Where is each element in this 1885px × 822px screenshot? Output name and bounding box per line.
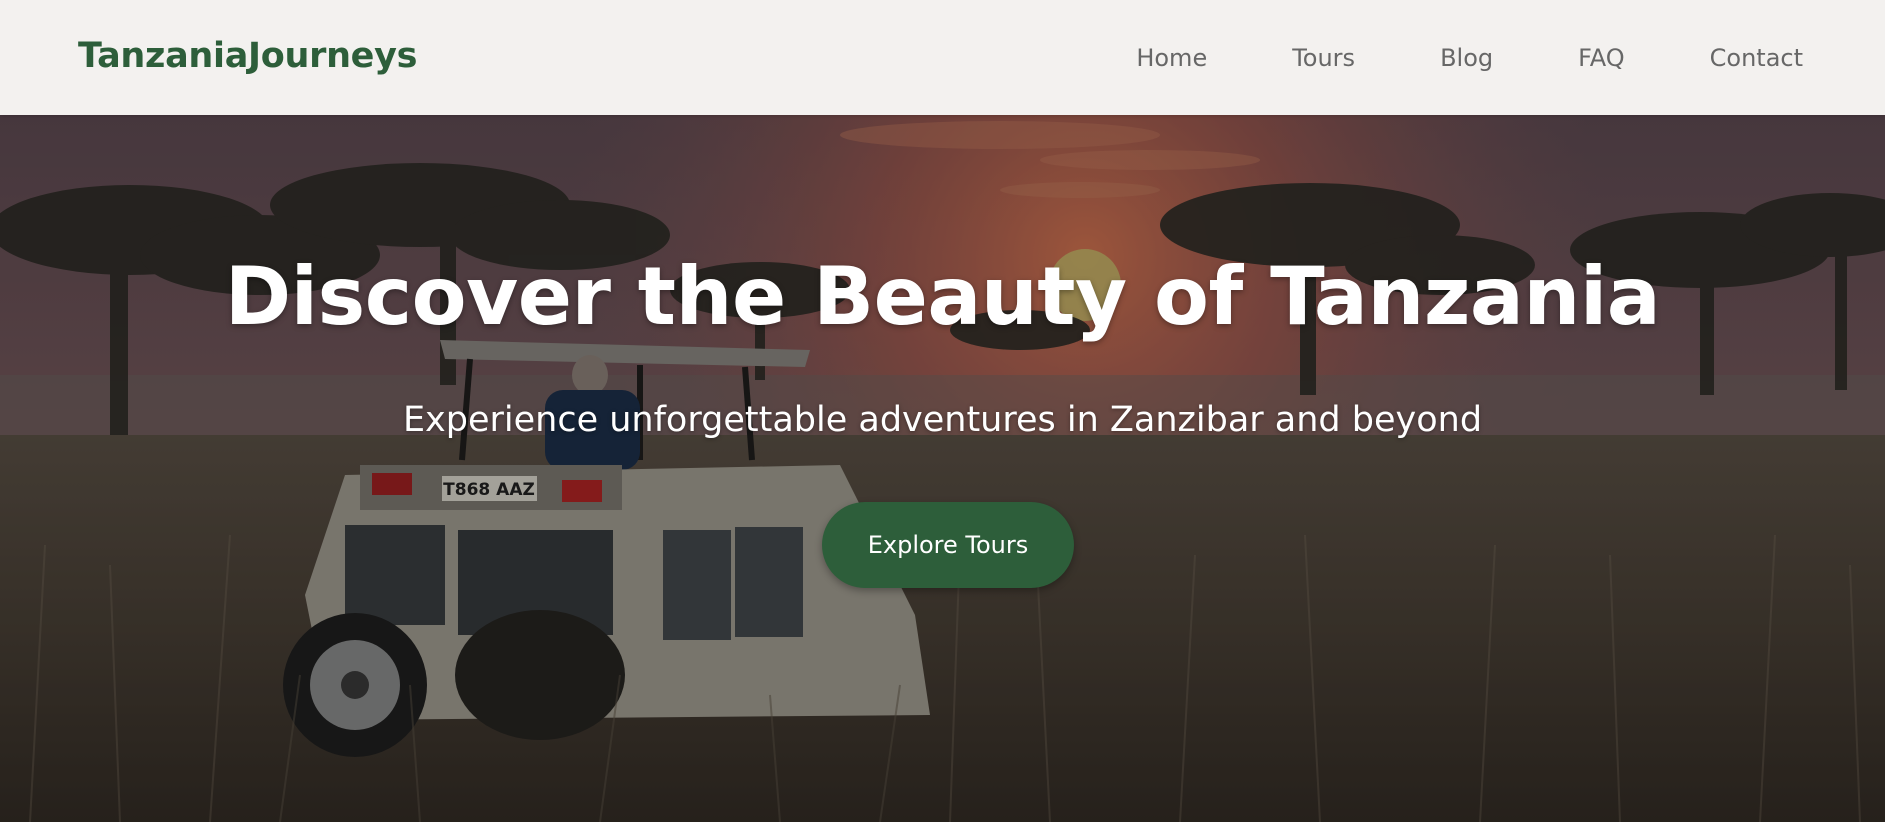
- nav-link-blog[interactable]: Blog: [1440, 44, 1493, 72]
- hero-subtitle: Experience unforgettable adventures in Z…: [402, 400, 1483, 440]
- nav-link-tours[interactable]: Tours: [1292, 44, 1355, 72]
- page: TanzaniaJourneys Home Tours Blog FAQ Con…: [0, 0, 1885, 822]
- site-logo[interactable]: TanzaniaJourneys: [78, 0, 417, 115]
- hero-title: Discover the Beauty of Tanzania: [224, 250, 1661, 343]
- hero-section: T868 AAZ Discover the Beauty of Tanzania…: [0, 115, 1885, 822]
- site-header: TanzaniaJourneys Home Tours Blog FAQ Con…: [0, 0, 1885, 115]
- nav-link-contact[interactable]: Contact: [1710, 44, 1803, 72]
- nav-link-faq[interactable]: FAQ: [1578, 44, 1625, 72]
- hero-content: Discover the Beauty of Tanzania Experien…: [0, 115, 1885, 822]
- main-nav: Home Tours Blog FAQ Contact: [1136, 0, 1803, 115]
- nav-link-home[interactable]: Home: [1136, 44, 1207, 72]
- explore-tours-button[interactable]: Explore Tours: [822, 502, 1074, 588]
